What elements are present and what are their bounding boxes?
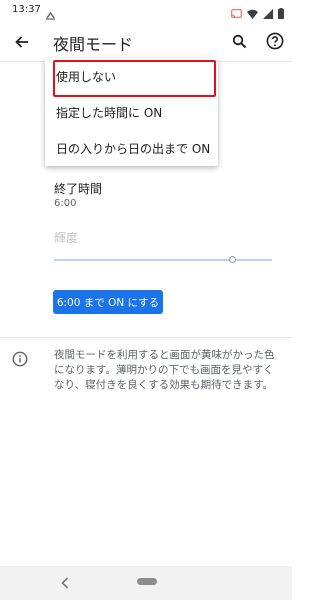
brightness-label: 輝度 [54, 231, 79, 245]
info-icon [12, 351, 28, 371]
app-bar: 夜間モード [0, 22, 292, 62]
nav-home-pill[interactable] [137, 578, 157, 585]
end-time-value: 6:00 [54, 198, 77, 209]
signal-icon [263, 4, 273, 23]
slider-track [54, 259, 272, 261]
nav-back-icon[interactable] [58, 575, 72, 591]
mode-dropdown-menu: 使用しない 指定した時間に ON 日の入りから日の出まで ON [45, 58, 218, 166]
cast-icon [231, 4, 242, 23]
help-icon[interactable] [262, 28, 288, 54]
status-icons [231, 4, 284, 23]
info-text: 夜間モードを利用すると画面が黄味がかった色になります。薄明かりの下でも画面を見や… [54, 349, 275, 391]
battery-icon [278, 4, 284, 23]
slider-thumb[interactable] [229, 256, 236, 263]
navigation-bar [0, 566, 292, 600]
page-title: 夜間モード [53, 35, 134, 54]
status-time: 13:37 [12, 4, 41, 15]
option-never[interactable]: 使用しない [45, 58, 218, 94]
end-time-setting[interactable]: 終了時間 6:00 [0, 178, 292, 214]
option-custom-time[interactable]: 指定した時間に ON [45, 94, 218, 130]
search-icon[interactable] [226, 28, 252, 54]
wifi-icon [247, 4, 258, 23]
brightness-slider[interactable] [54, 252, 272, 268]
status-bar: 13:37 [0, 0, 292, 22]
back-arrow-icon[interactable] [8, 28, 36, 56]
info-divider [0, 337, 292, 338]
option-sunset-to-sunrise[interactable]: 日の入りから日の出まで ON [45, 130, 218, 166]
turn-on-until-button[interactable]: 6:00 まで ON にする [53, 290, 163, 314]
end-time-label: 終了時間 [54, 182, 103, 196]
